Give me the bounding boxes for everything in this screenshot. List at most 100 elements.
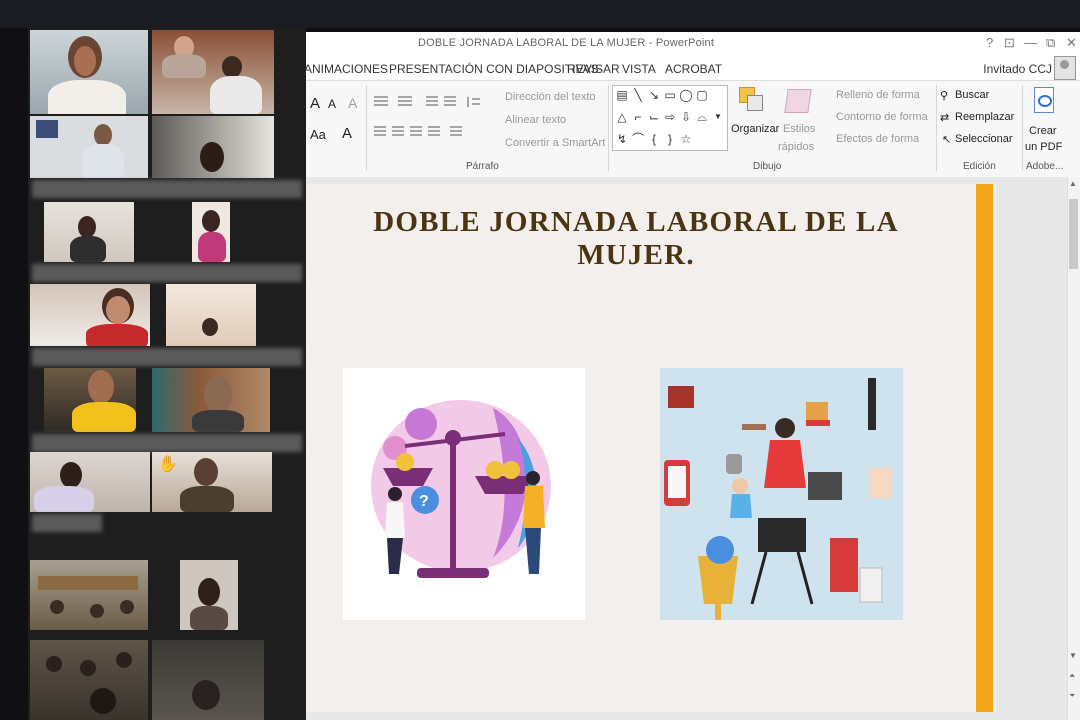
- tab-vista[interactable]: VISTA: [622, 62, 656, 76]
- paragraph-tools-icon[interactable]: [370, 93, 485, 141]
- participant-video-tile[interactable]: [30, 30, 148, 114]
- title-bar: DOBLE JORNADA LABORAL DE LA MUJER - Powe…: [306, 32, 1080, 56]
- find-button[interactable]: Buscar: [955, 89, 989, 101]
- select-button[interactable]: Seleccionar: [955, 133, 1012, 145]
- ribbon: A A A Aa A Dirección del texto Alinear t…: [306, 80, 1080, 178]
- rectangle-shape-icon[interactable]: ▭: [663, 88, 677, 102]
- participant-video-tile[interactable]: [30, 452, 150, 512]
- pdf-icon[interactable]: [1032, 87, 1056, 115]
- binoculars-icon: ⚲: [940, 90, 949, 102]
- help-icon[interactable]: ?: [986, 35, 993, 50]
- blurred-name-bar: [32, 180, 302, 198]
- blurred-name-bar: [32, 348, 302, 366]
- illustration-balance-scale[interactable]: ?: [343, 368, 585, 620]
- shapes-more-icon[interactable]: ▼: [711, 110, 725, 124]
- participant-video-tile[interactable]: [152, 368, 270, 432]
- replace-button[interactable]: Reemplazar: [955, 111, 1014, 123]
- tab-revisar[interactable]: REVISAR: [567, 62, 620, 76]
- participant-video-tile[interactable]: [152, 116, 274, 178]
- rounded-rect-shape-icon[interactable]: ▢: [695, 88, 709, 102]
- convert-smartart-button[interactable]: Convertir a SmartArt: [505, 137, 605, 149]
- slide-canvas[interactable]: DOBLE JORNADA LABORAL DE LA MUJER. ?: [306, 184, 996, 712]
- window-title: DOBLE JORNADA LABORAL DE LA MUJER - Powe…: [418, 37, 715, 49]
- replace-icon: ⇄: [940, 112, 950, 124]
- curve-shape-icon[interactable]: ↯: [615, 132, 629, 146]
- change-case-icon[interactable]: Aa: [310, 127, 326, 142]
- align-text-button[interactable]: Alinear texto: [505, 114, 566, 126]
- minimize-icon[interactable]: —: [1024, 35, 1037, 50]
- create-pdf-button[interactable]: Crear: [1029, 125, 1057, 137]
- shape-fill-button[interactable]: Relleno de forma: [836, 89, 920, 101]
- slide-accent-bar: [976, 184, 993, 712]
- arc-shape-icon[interactable]: ⌒: [631, 132, 645, 146]
- brace-open-shape-icon[interactable]: {: [647, 132, 661, 146]
- tab-animaciones[interactable]: ANIMACIONES: [304, 62, 388, 76]
- illustration-multitasking-woman[interactable]: [660, 368, 903, 620]
- svg-text:?: ?: [419, 493, 429, 510]
- blurred-name-bar: [32, 264, 302, 282]
- restore-icon[interactable]: ⧉: [1046, 35, 1055, 51]
- shape-outline-button[interactable]: Contorno de forma: [836, 111, 928, 123]
- blurred-name-bar: [32, 434, 302, 452]
- participant-video-tile[interactable]: [30, 116, 148, 178]
- powerpoint-window: DOBLE JORNADA LABORAL DE LA MUJER - Powe…: [304, 32, 1080, 720]
- participant-video-tile[interactable]: [44, 368, 136, 432]
- arrange-icon[interactable]: [739, 87, 763, 115]
- down-arrow-shape-icon[interactable]: ⇩: [679, 110, 693, 124]
- ribbon-tabs: ANIMACIONES PRESENTACIÓN CON DIAPOSITIVA…: [304, 56, 1080, 80]
- shape-effects-button[interactable]: Efectos de forma: [836, 133, 919, 145]
- user-account[interactable]: Invitado CCJ: [983, 62, 1052, 76]
- oval-shape-icon[interactable]: ◯: [679, 88, 693, 102]
- shrink-font-icon[interactable]: A: [328, 97, 336, 111]
- ribbon-display-icon[interactable]: ⊡: [1004, 35, 1015, 51]
- previous-slide-icon[interactable]: ⏶: [1069, 671, 1075, 681]
- elbow-shape-icon[interactable]: ⌙: [647, 110, 661, 124]
- participant-video-tile[interactable]: [152, 640, 264, 720]
- slide-title[interactable]: DOBLE JORNADA LABORAL DE LA MUJER.: [346, 206, 926, 272]
- participant-video-tile[interactable]: [30, 560, 148, 630]
- right-arrow-shape-icon[interactable]: ⇨: [663, 110, 677, 124]
- create-pdf-label: un PDF: [1025, 141, 1063, 153]
- participant-video-tile[interactable]: [30, 640, 148, 720]
- text-direction-button[interactable]: Dirección del texto: [505, 91, 596, 103]
- grow-font-icon[interactable]: A: [310, 95, 320, 112]
- close-icon[interactable]: ✕: [1066, 35, 1077, 51]
- textbox-shape-icon[interactable]: ▤: [615, 88, 629, 102]
- vertical-scrollbar[interactable]: ▲ ▼ ⏶ ⏷: [1067, 177, 1080, 720]
- participant-video-tile[interactable]: [152, 30, 274, 114]
- scrollbar-thumb[interactable]: [1069, 199, 1078, 269]
- star-shape-icon[interactable]: ☆: [679, 132, 693, 146]
- group-label-editing: Edición: [963, 161, 996, 172]
- participant-gallery: ✋: [28, 28, 306, 720]
- brace-close-shape-icon[interactable]: }: [663, 132, 677, 146]
- arrow-line-shape-icon[interactable]: ↘: [647, 88, 661, 102]
- triangle-shape-icon[interactable]: △: [615, 110, 629, 124]
- top-dark-strip: [0, 0, 1080, 28]
- arrange-button[interactable]: Organizar: [731, 123, 779, 135]
- participant-video-tile[interactable]: [180, 560, 238, 630]
- group-label-drawing: Dibujo: [753, 161, 782, 172]
- user-avatar[interactable]: [1054, 56, 1076, 80]
- connector-shape-icon[interactable]: ⌐: [631, 110, 645, 124]
- next-slide-icon[interactable]: ⏷: [1069, 691, 1075, 701]
- quick-styles-label: rápidos: [778, 141, 815, 153]
- quick-styles-icon[interactable]: [784, 87, 812, 115]
- participant-video-tile[interactable]: ✋: [152, 452, 272, 512]
- slide-editing-area[interactable]: DOBLE JORNADA LABORAL DE LA MUJER. ?: [306, 177, 1068, 720]
- participant-video-tile[interactable]: [30, 284, 150, 346]
- participant-video-tile[interactable]: [192, 202, 230, 262]
- participant-video-tile[interactable]: [166, 284, 256, 346]
- freeform-shape-icon[interactable]: ⌓: [695, 110, 709, 124]
- group-label-paragraph: Párrafo: [466, 161, 499, 172]
- line-shape-icon[interactable]: ╲: [631, 88, 645, 102]
- participant-video-tile[interactable]: [44, 202, 134, 262]
- quick-styles-button[interactable]: Estilos: [783, 123, 815, 135]
- clear-format-icon[interactable]: A: [348, 95, 357, 111]
- raised-hand-icon: ✋: [158, 456, 178, 473]
- shapes-gallery[interactable]: ▤ ╲ ↘ ▭ ◯ ▢ △ ⌐ ⌙ ⇨ ⇩ ⌓ ↯ ⌒ { } ☆ ▼: [612, 85, 728, 151]
- group-label-adobe: Adobe...: [1026, 161, 1064, 172]
- scroll-down-icon[interactable]: ▼: [1069, 651, 1077, 660]
- tab-acrobat[interactable]: ACROBAT: [665, 62, 722, 76]
- font-color-icon[interactable]: A: [342, 125, 352, 142]
- scroll-up-icon[interactable]: ▲: [1069, 179, 1077, 188]
